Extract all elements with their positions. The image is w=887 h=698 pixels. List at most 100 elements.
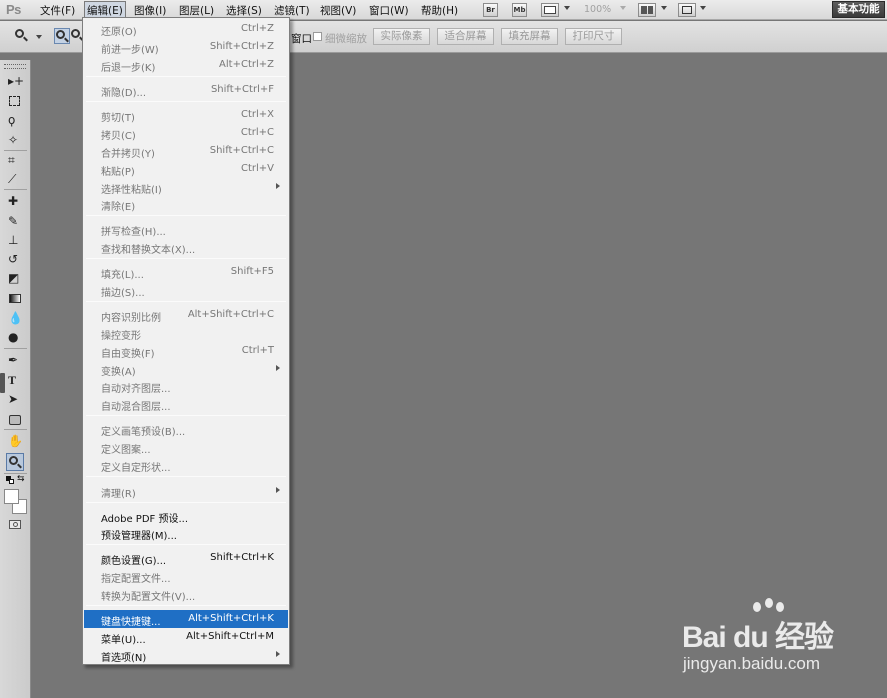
paw-icon — [753, 602, 761, 612]
actual-pixels-button[interactable]: 实际像素 — [373, 28, 430, 45]
gradient-tool-icon[interactable] — [6, 290, 24, 308]
menu-item-preset-manager[interactable]: 预设管理器(M)... — [84, 524, 288, 542]
zoom-tool-preset-icon[interactable] — [14, 28, 30, 44]
menu-item-auto-align-layers[interactable]: 自动对齐图层... — [84, 377, 288, 395]
pen-tool-icon[interactable]: ✒ — [6, 352, 24, 370]
menu-item-cut[interactable]: 剪切(T) Ctrl+X — [84, 106, 288, 124]
menu-item-find-replace[interactable]: 查找和替换文本(X)... — [84, 238, 288, 256]
menu-item-paste[interactable]: 粘贴(P) Ctrl+V — [84, 160, 288, 178]
menu-item-assign-profile[interactable]: 指定配置文件... — [84, 567, 288, 585]
spot-healing-tool-icon[interactable]: ✚ — [6, 193, 24, 211]
scrubby-zoom-checkbox[interactable] — [313, 32, 322, 41]
quick-mask-icon[interactable] — [6, 517, 24, 535]
quick-selection-tool-icon[interactable]: ✧ — [6, 132, 24, 150]
menu-item-menus[interactable]: 菜单(U)... Alt+Shift+Ctrl+M — [84, 628, 288, 646]
menu-item-copy[interactable]: 拷贝(C) Ctrl+C — [84, 124, 288, 142]
menu-item-fill[interactable]: 填充(L)... Shift+F5 — [84, 263, 288, 281]
blur-tool-icon[interactable]: 💧 — [6, 310, 24, 328]
crop-tool-icon[interactable]: ⌗ — [6, 152, 24, 170]
menu-item-define-pattern[interactable]: 定义图案... — [84, 438, 288, 456]
menu-separator — [86, 476, 286, 477]
chevron-down-icon[interactable] — [564, 6, 570, 10]
menu-item-auto-blend-layers[interactable]: 自动混合图层... — [84, 395, 288, 413]
menu-separator — [86, 76, 286, 77]
menu-item-define-brush-preset[interactable]: 定义画笔预设(B)... — [84, 420, 288, 438]
menu-item-define-custom-shape[interactable]: 定义自定形状... — [84, 456, 288, 474]
dodge-tool-icon[interactable]: ● — [6, 329, 24, 347]
shape-tool-icon[interactable] — [6, 411, 24, 429]
chevron-down-icon[interactable] — [36, 35, 42, 39]
menu-view[interactable]: 视图(V) — [320, 3, 356, 18]
screen-mode-icon[interactable] — [678, 3, 696, 17]
menu-separator — [86, 258, 286, 259]
watermark-url: jingyan.baidu.com — [683, 654, 821, 673]
menu-item-free-transform[interactable]: 自由变换(F) Ctrl+T — [84, 342, 288, 360]
menu-select[interactable]: 选择(S) — [226, 3, 262, 18]
chevron-down-icon[interactable] — [661, 6, 667, 10]
marquee-tool-icon[interactable] — [6, 93, 24, 111]
menu-filter[interactable]: 滤镜(T) — [274, 3, 310, 18]
scrubby-zoom-label: 细微缩放 — [325, 33, 367, 45]
type-tool-icon[interactable]: T — [6, 372, 24, 390]
menu-item-step-backward[interactable]: 后退一步(K) Alt+Ctrl+Z — [84, 56, 288, 74]
menu-help[interactable]: 帮助(H) — [421, 3, 458, 18]
menu-item-keyboard-shortcuts[interactable]: 键盘快捷键... Alt+Shift+Ctrl+K — [84, 610, 288, 628]
eraser-tool-icon[interactable]: ◩ — [6, 270, 24, 288]
hand-tool-icon[interactable]: ✋ — [6, 433, 24, 451]
menu-item-copy-merged[interactable]: 合并拷贝(Y) Shift+Ctrl+C — [84, 142, 288, 160]
menu-item-color-settings[interactable]: 颜色设置(G)... Shift+Ctrl+K — [84, 549, 288, 567]
arrange-documents-icon[interactable] — [638, 3, 656, 17]
menu-item-step-forward[interactable]: 前进一步(W) Shift+Ctrl+Z — [84, 38, 288, 56]
menu-item-undo[interactable]: 还原(O) Ctrl+Z — [84, 20, 288, 38]
panel-grip[interactable] — [4, 64, 26, 69]
fill-screen-button[interactable]: 填充屏幕 — [501, 28, 558, 45]
menu-item-puppet-warp[interactable]: 操控变形 — [84, 324, 288, 342]
path-selection-tool-icon[interactable]: ➤ — [6, 391, 24, 409]
zoom-in-icon[interactable] — [54, 28, 70, 44]
menu-window[interactable]: 窗口(W) — [369, 3, 409, 18]
bridge-icon[interactable]: Br — [483, 3, 498, 17]
menu-item-paste-special[interactable]: 选择性粘贴(I) — [84, 178, 288, 196]
photoshop-logo: Ps — [6, 2, 21, 17]
submenu-arrow-icon — [276, 651, 280, 657]
color-swatches[interactable] — [4, 488, 27, 515]
workspace-switcher-button[interactable]: 基本功能 — [832, 1, 885, 18]
menu-item-clear[interactable]: 清除(E) — [84, 195, 288, 213]
panel-collapse-tab[interactable] — [0, 373, 5, 393]
default-colors-icon[interactable]: ⇆ — [6, 474, 25, 485]
menu-item-adobe-pdf-presets[interactable]: Adobe PDF 预设... — [84, 507, 288, 525]
menu-item-purge[interactable]: 清理(R) — [84, 482, 288, 500]
chevron-down-icon[interactable] — [700, 6, 706, 10]
history-brush-tool-icon[interactable]: ↺ — [6, 251, 24, 269]
submenu-arrow-icon — [276, 487, 280, 493]
menu-file[interactable]: 文件(F) — [40, 3, 75, 18]
menu-item-check-spelling[interactable]: 拼写检查(H)... — [84, 220, 288, 238]
menu-item-content-aware-scale[interactable]: 内容识别比例 Alt+Shift+Ctrl+C — [84, 306, 288, 324]
move-tool-icon[interactable]: ▸+ — [6, 73, 24, 91]
mini-bridge-icon[interactable]: Mb — [512, 3, 527, 17]
menu-separator — [86, 301, 286, 302]
foreground-color-swatch[interactable] — [4, 489, 19, 504]
resize-windows-label: 窗口 — [291, 33, 312, 45]
view-extras-icon[interactable] — [541, 3, 559, 17]
menu-item-fade[interactable]: 渐隐(D)... Shift+Ctrl+F — [84, 81, 288, 99]
fit-screen-button[interactable]: 适合屏幕 — [437, 28, 494, 45]
menu-separator — [86, 101, 286, 102]
menu-item-stroke[interactable]: 描边(S)... — [84, 281, 288, 299]
print-size-button[interactable]: 打印尺寸 — [565, 28, 622, 45]
submenu-arrow-icon — [276, 183, 280, 189]
menu-separator — [86, 415, 286, 416]
brush-tool-icon[interactable]: ✎ — [6, 213, 24, 231]
lasso-tool-icon[interactable]: ϙ — [6, 112, 24, 130]
chevron-down-icon — [620, 6, 626, 10]
zoom-level-display[interactable]: 100% — [584, 4, 611, 15]
menu-layer[interactable]: 图层(L) — [179, 3, 214, 18]
zoom-tool-icon[interactable] — [6, 453, 24, 471]
menu-image[interactable]: 图像(I) — [134, 3, 166, 18]
eyedropper-tool-icon[interactable]: ⟋ — [6, 171, 24, 189]
menu-item-convert-to-profile[interactable]: 转换为配置文件(V)... — [84, 585, 288, 603]
clone-stamp-tool-icon[interactable]: ⊥ — [6, 232, 24, 250]
menu-item-transform[interactable]: 变换(A) — [84, 360, 288, 378]
menu-separator — [86, 502, 286, 503]
menu-item-preferences[interactable]: 首选项(N) — [84, 646, 288, 664]
